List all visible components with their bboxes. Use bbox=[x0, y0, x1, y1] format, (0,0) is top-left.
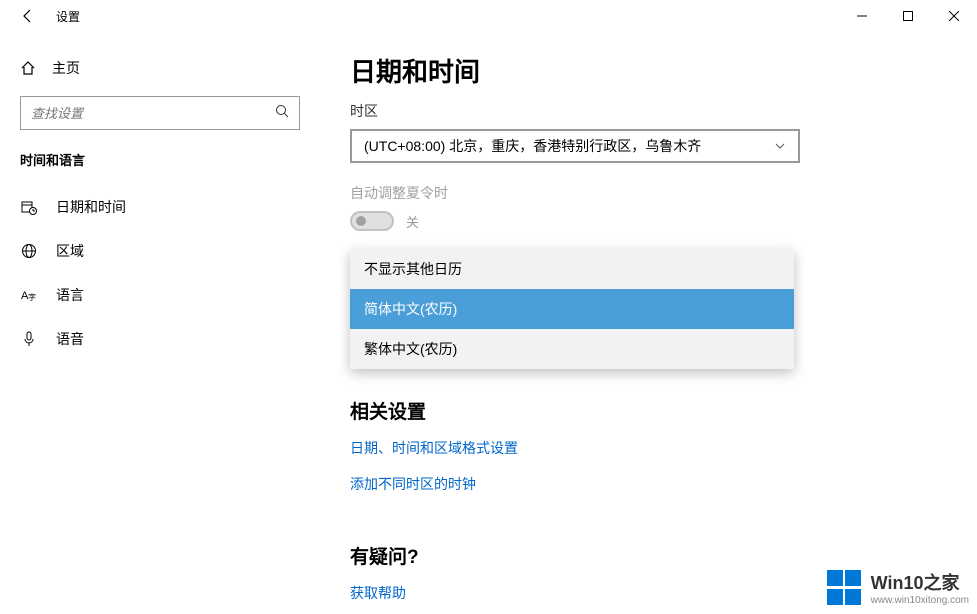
windows-logo-icon bbox=[827, 570, 863, 606]
calendar-dropdown-open[interactable]: 不显示其他日历 简体中文(农历) 繁体中文(农历) bbox=[350, 249, 794, 369]
window-controls bbox=[839, 0, 977, 32]
dst-label: 自动调整夏令时 bbox=[350, 183, 937, 203]
watermark-text: Win10之家 www.win10xitong.com bbox=[871, 569, 969, 606]
nav-speech[interactable]: 语音 bbox=[20, 317, 300, 361]
home-icon bbox=[20, 60, 36, 76]
home-nav[interactable]: 主页 bbox=[20, 52, 300, 84]
nav-label: 区域 bbox=[56, 241, 84, 261]
dst-toggle-row: 关 bbox=[350, 211, 937, 231]
titlebar: 设置 bbox=[0, 0, 977, 32]
sidebar: 主页 时间和语言 日期和时间 区域 A字 语言 语音 bbox=[0, 32, 320, 614]
dst-state: 关 bbox=[406, 212, 419, 231]
question-heading: 有疑问? bbox=[350, 542, 937, 569]
maximize-icon bbox=[903, 11, 913, 21]
close-button[interactable] bbox=[931, 0, 977, 32]
maximize-button[interactable] bbox=[885, 0, 931, 32]
page-title: 日期和时间 bbox=[350, 52, 937, 89]
close-icon bbox=[949, 11, 959, 21]
calendar-option-simplified[interactable]: 简体中文(农历) bbox=[350, 289, 794, 329]
content-area: 主页 时间和语言 日期和时间 区域 A字 语言 语音 bbox=[0, 32, 977, 614]
search-box[interactable] bbox=[20, 96, 300, 130]
calendar-option-none[interactable]: 不显示其他日历 bbox=[350, 249, 794, 289]
dst-toggle bbox=[350, 211, 394, 231]
calendar-clock-icon bbox=[20, 199, 38, 215]
globe-icon bbox=[20, 243, 38, 259]
home-label: 主页 bbox=[52, 58, 80, 78]
nav-date-time[interactable]: 日期和时间 bbox=[20, 185, 300, 229]
microphone-icon bbox=[20, 331, 38, 347]
nav-region[interactable]: 区域 bbox=[20, 229, 300, 273]
window-title: 设置 bbox=[56, 8, 80, 25]
main-panel: 日期和时间 时区 (UTC+08:00) 北京，重庆，香港特别行政区，乌鲁木齐 … bbox=[320, 32, 977, 614]
watermark-line2: www.win10xitong.com bbox=[871, 595, 969, 606]
nav-label: 日期和时间 bbox=[56, 197, 126, 217]
timezone-dropdown[interactable]: (UTC+08:00) 北京，重庆，香港特别行政区，乌鲁木齐 bbox=[350, 129, 800, 163]
svg-text:字: 字 bbox=[28, 292, 36, 302]
settings-window: 设置 主页 时间和语言 日期和时间 区域 bbox=[0, 0, 977, 614]
watermark: Win10之家 www.win10xitong.com bbox=[827, 569, 969, 606]
back-arrow-icon bbox=[20, 8, 36, 24]
search-input[interactable] bbox=[31, 106, 275, 121]
language-icon: A字 bbox=[20, 287, 38, 303]
timezone-label: 时区 bbox=[350, 101, 937, 121]
minimize-button[interactable] bbox=[839, 0, 885, 32]
nav-label: 语言 bbox=[56, 285, 84, 305]
link-region-format[interactable]: 日期、时间和区域格式设置 bbox=[350, 438, 937, 458]
calendar-option-traditional[interactable]: 繁体中文(农历) bbox=[350, 329, 794, 369]
toggle-knob bbox=[356, 216, 366, 226]
category-title: 时间和语言 bbox=[20, 150, 300, 169]
back-button[interactable] bbox=[8, 0, 48, 32]
chevron-down-icon bbox=[774, 140, 786, 152]
related-heading: 相关设置 bbox=[350, 397, 937, 424]
timezone-value: (UTC+08:00) 北京，重庆，香港特别行政区，乌鲁木齐 bbox=[364, 136, 701, 156]
nav-label: 语音 bbox=[56, 329, 84, 349]
search-icon bbox=[275, 104, 289, 123]
minimize-icon bbox=[857, 11, 867, 21]
link-add-clocks[interactable]: 添加不同时区的时钟 bbox=[350, 474, 937, 494]
watermark-line1: Win10之家 bbox=[871, 569, 969, 595]
nav-language[interactable]: A字 语言 bbox=[20, 273, 300, 317]
